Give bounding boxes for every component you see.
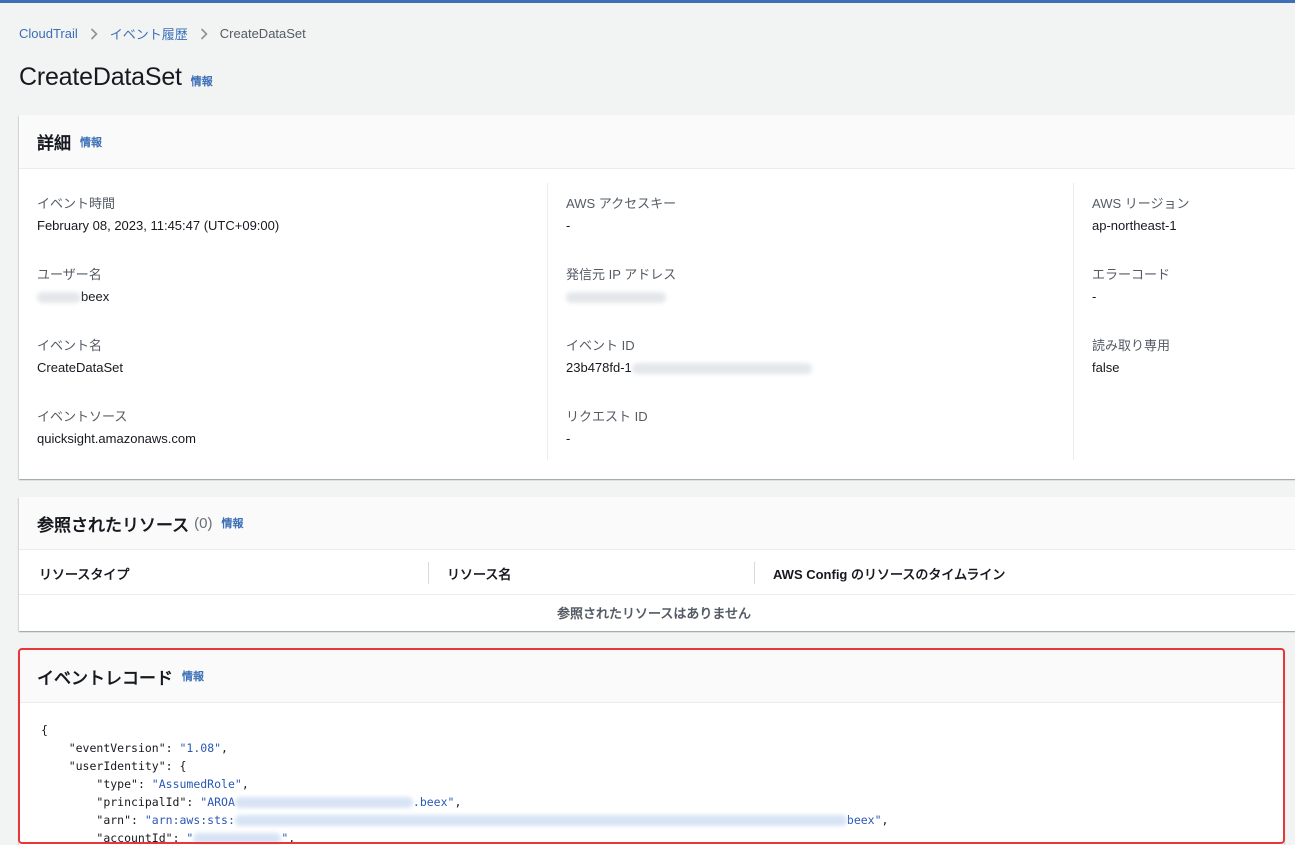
json-key: "arn" xyxy=(96,813,132,827)
json-string: "AROA xyxy=(200,795,235,809)
read-only-field: 読み取り専用 false xyxy=(1092,338,1170,376)
access-key-field: AWS アクセスキー - xyxy=(566,196,676,234)
access-key-label: AWS アクセスキー xyxy=(566,196,677,211)
username-value: beex xyxy=(81,289,110,304)
json-key: "eventVersion" xyxy=(68,741,166,755)
record-info-link[interactable]: 情報 xyxy=(182,668,204,684)
breadcrumb-current: CreateDataSet xyxy=(219,26,306,41)
resources-panel: 参照されたリソース (0) 情報 リソースタイプ リソース名 AWS Confi… xyxy=(19,497,1295,631)
redacted-text xyxy=(631,363,812,375)
record-header: イベントレコード 情報 xyxy=(19,650,1284,703)
code-line: "accountId": " ", xyxy=(96,831,296,845)
chevron-right-icon xyxy=(90,27,98,40)
event-id-label: イベント ID xyxy=(566,338,635,353)
redacted-text xyxy=(234,815,847,826)
json-key: "type" xyxy=(96,777,138,791)
source-ip-value-row xyxy=(566,289,676,305)
username-field: ユーザー名 beex xyxy=(37,267,109,305)
error-code-field: エラーコード - xyxy=(1092,267,1170,305)
event-record-json[interactable]: { "eventVersion": "1.08", "userIdentity"… xyxy=(19,703,1284,845)
region-field: AWS リージョン ap-northeast-1 xyxy=(1092,196,1189,234)
column-config-timeline[interactable]: AWS Config のリソースのタイムライン xyxy=(773,564,1005,583)
resources-title: 参照されたリソース xyxy=(37,515,190,535)
breadcrumb: CloudTrail イベント履歴 CreateDataSet xyxy=(19,24,306,43)
source-ip-label: 発信元 IP アドレス xyxy=(566,267,677,282)
region-label: AWS リージョン xyxy=(1092,196,1190,211)
username-label: ユーザー名 xyxy=(37,267,102,282)
event-time-field: イベント時間 February 08, 2023, 11:45:47 (UTC+… xyxy=(37,196,279,234)
redacted-text xyxy=(193,833,282,844)
json-string: "AssumedRole" xyxy=(151,777,242,791)
json-string: " xyxy=(186,831,194,845)
page-header: CreateDataSet 情報 xyxy=(19,63,213,92)
redacted-text xyxy=(566,292,666,304)
resources-count: (0) xyxy=(194,514,213,532)
chevron-right-icon xyxy=(200,27,208,40)
event-id-value-row: 23b478fd-1 xyxy=(566,360,812,376)
event-source-field: イベントソース quicksight.amazonaws.com xyxy=(37,409,196,447)
event-source-label: イベントソース xyxy=(37,409,128,424)
details-panel: 詳細 情報 イベント時間 February 08, 2023, 11:45:47… xyxy=(19,115,1295,479)
region-value: ap-northeast-1 xyxy=(1092,218,1177,233)
read-only-label: 読み取り専用 xyxy=(1092,338,1171,353)
code-line: "type": "AssumedRole", xyxy=(96,777,249,791)
read-only-value: false xyxy=(1092,360,1120,375)
event-name-label: イベント名 xyxy=(37,338,103,353)
json-key: "principalId" xyxy=(96,795,187,809)
redacted-text xyxy=(37,292,81,304)
breadcrumb-event-history[interactable]: イベント履歴 xyxy=(110,24,188,43)
column-resource-type[interactable]: リソースタイプ xyxy=(39,564,129,583)
event-id-value: 23b478fd-1 xyxy=(566,360,632,375)
record-title: イベントレコード xyxy=(37,668,173,688)
event-name-value: CreateDataSet xyxy=(37,360,123,375)
details-header: 詳細 情報 xyxy=(19,115,1295,169)
redacted-text xyxy=(234,797,413,808)
resources-info-link[interactable]: 情報 xyxy=(222,515,244,531)
request-id-label: リクエスト ID xyxy=(566,409,648,424)
code-line: { xyxy=(41,723,48,737)
breadcrumb-cloudtrail[interactable]: CloudTrail xyxy=(19,26,78,41)
error-code-label: エラーコード xyxy=(1092,267,1171,282)
event-time-value: February 08, 2023, 11:45:47 (UTC+09:00) xyxy=(37,218,280,233)
event-record-panel: イベントレコード 情報 { "eventVersion": "1.08", "u… xyxy=(19,650,1284,845)
event-time-label: イベント時間 xyxy=(37,196,116,211)
details-info-link[interactable]: 情報 xyxy=(80,134,102,150)
column-divider[interactable] xyxy=(428,562,429,584)
resources-table-header: リソースタイプ リソース名 AWS Config のリソースのタイムライン xyxy=(19,550,1295,595)
event-id-field: イベント ID 23b478fd-1 xyxy=(566,338,812,376)
resources-empty-message: 参照されたリソースはありません xyxy=(557,606,751,621)
code-line: "eventVersion": "1.08", xyxy=(68,741,228,755)
details-grid: イベント時間 February 08, 2023, 11:45:47 (UTC+… xyxy=(19,169,1295,479)
access-key-value: - xyxy=(566,218,571,233)
top-accent-bar xyxy=(0,0,1295,3)
details-column-1: イベント時間 February 08, 2023, 11:45:47 (UTC+… xyxy=(37,183,547,460)
source-ip-field: 発信元 IP アドレス xyxy=(566,267,676,305)
json-string: .beex" xyxy=(412,795,455,809)
column-divider[interactable] xyxy=(754,562,755,584)
event-source-value: quicksight.amazonaws.com xyxy=(37,431,196,446)
username-value-row: beex xyxy=(37,289,109,305)
request-id-field: リクエスト ID - xyxy=(566,409,648,447)
resources-header: 参照されたリソース (0) 情報 xyxy=(19,497,1295,550)
details-column-2: AWS アクセスキー - 発信元 IP アドレス イベント ID 23b478f… xyxy=(547,183,1073,460)
details-column-3: AWS リージョン ap-northeast-1 エラーコード - 読み取り専用… xyxy=(1073,183,1295,460)
column-resource-name[interactable]: リソース名 xyxy=(447,564,511,583)
json-string: " xyxy=(281,831,289,845)
json-key: "userIdentity" xyxy=(68,759,166,773)
page-info-link[interactable]: 情報 xyxy=(191,73,213,89)
error-code-value: - xyxy=(1092,289,1097,304)
request-id-value: - xyxy=(566,431,571,446)
event-name-field: イベント名 CreateDataSet xyxy=(37,338,123,376)
json-key: "accountId" xyxy=(96,831,173,845)
code-line: "userIdentity": { xyxy=(68,759,187,773)
json-string: beex" xyxy=(846,813,882,827)
code-line: "principalId": "AROA .beex", xyxy=(96,795,462,809)
code-line: "arn": "arn:aws:sts: beex", xyxy=(96,813,889,827)
json-string: "arn:aws:sts: xyxy=(144,813,235,827)
json-string: "1.08" xyxy=(179,741,222,755)
details-title: 詳細 xyxy=(37,134,71,153)
page-title: CreateDataSet xyxy=(19,63,182,91)
